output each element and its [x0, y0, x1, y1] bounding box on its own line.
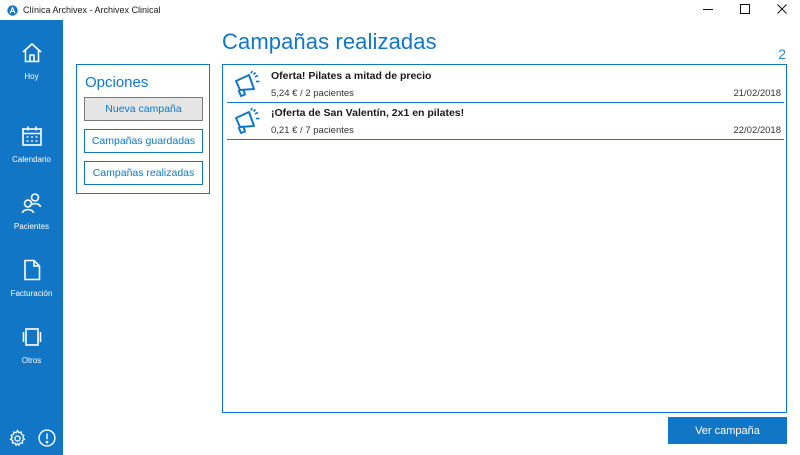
page-title: Campañas realizadas	[222, 29, 437, 54]
campaign-date: 21/02/2018	[733, 88, 781, 99]
list-item[interactable]: ¡Oferta de San Valentín, 2x1 en pilates!…	[227, 103, 784, 140]
campaign-date: 22/02/2018	[733, 125, 781, 136]
calendar-icon	[19, 123, 45, 149]
view-campaign-button[interactable]: Ver campaña	[668, 417, 787, 444]
sidebar-item-label: Otros	[21, 356, 42, 365]
sidebar-item-label: Hoy	[24, 72, 39, 81]
completed-campaigns-button[interactable]: Campañas realizadas	[84, 161, 203, 185]
campaign-list: Oferta! Pilates a mitad de precio 5,24 €…	[222, 64, 787, 413]
minimize-icon	[702, 1, 713, 19]
campaign-title: Oferta! Pilates a mitad de precio	[271, 70, 432, 82]
window-title: Clínica Archivex - Archivex Clinical	[23, 5, 161, 15]
campaign-count: 2	[778, 46, 786, 62]
info-icon[interactable]	[36, 427, 58, 449]
sidebar-bottom	[0, 427, 63, 449]
sidebar-item-pacientes[interactable]: Pacientes	[0, 190, 63, 250]
settings-icon[interactable]	[6, 427, 28, 449]
new-campaign-button[interactable]: Nueva campaña	[84, 97, 203, 121]
sidebar-item-label: Calendario	[12, 155, 51, 164]
sidebar: Hoy Calendario Pacientes Facturación Otr…	[0, 20, 63, 455]
window-controls	[689, 0, 800, 20]
minimize-button[interactable]	[689, 0, 726, 20]
maximize-icon	[739, 1, 750, 19]
document-icon	[19, 257, 45, 283]
close-button[interactable]	[763, 0, 800, 20]
archivex-logo-icon	[7, 4, 18, 16]
megaphone-icon	[232, 69, 262, 99]
title-bar: Clínica Archivex - Archivex Clinical	[0, 0, 800, 20]
sidebar-item-calendario[interactable]: Calendario	[0, 123, 63, 183]
megaphone-icon	[232, 106, 262, 136]
options-title: Opciones	[85, 74, 149, 91]
home-icon	[19, 40, 45, 66]
campaign-summary: 5,24 € / 2 pacientes	[271, 88, 354, 99]
maximize-button[interactable]	[726, 0, 763, 20]
more-icon	[19, 324, 45, 350]
close-icon	[776, 1, 787, 19]
sidebar-item-otros[interactable]: Otros	[0, 324, 63, 384]
options-panel: Opciones Nueva campaña Campañas guardada…	[76, 64, 210, 194]
sidebar-item-hoy[interactable]: Hoy	[0, 40, 63, 100]
campaign-title: ¡Oferta de San Valentín, 2x1 en pilates!	[271, 107, 465, 119]
sidebar-item-label: Pacientes	[13, 222, 50, 231]
sidebar-item-facturacion[interactable]: Facturación	[0, 257, 63, 317]
campaign-summary: 0,21 € / 7 pacientes	[271, 125, 354, 136]
saved-campaigns-button[interactable]: Campañas guardadas	[84, 129, 203, 153]
list-item[interactable]: Oferta! Pilates a mitad de precio 5,24 €…	[227, 66, 784, 103]
patients-icon	[19, 190, 45, 216]
sidebar-item-label: Facturación	[10, 289, 53, 298]
